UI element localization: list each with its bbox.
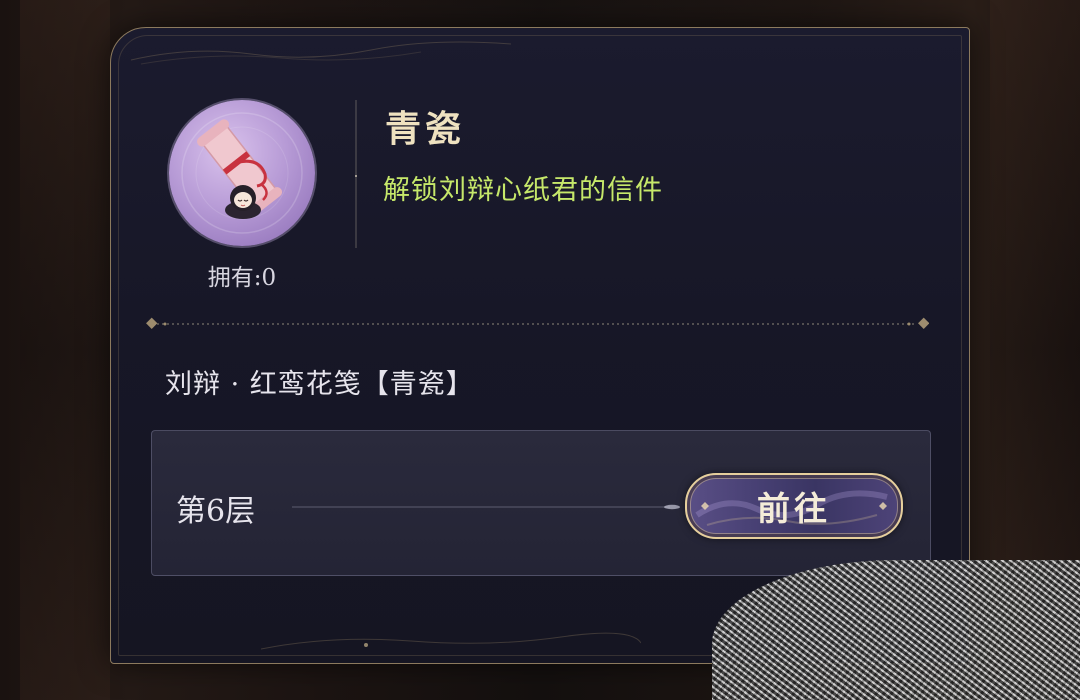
goto-button[interactable]: 前往	[685, 473, 903, 539]
vertical-divider	[355, 100, 357, 248]
source-title: 刘辩 · 红鸾花笺【青瓷】	[165, 369, 474, 400]
item-description: 解锁刘辩心纸君的信件	[383, 175, 663, 206]
source-row: 第6层 前往	[151, 430, 931, 576]
goto-button-label: 前往	[757, 489, 831, 528]
owned-count: 拥有:0	[207, 265, 277, 291]
letter-scroll-icon	[169, 100, 315, 246]
background-pillar-left	[20, 0, 110, 700]
section-divider	[146, 317, 929, 329]
floor-label: 第6层	[176, 494, 256, 529]
top-wave-ornament	[131, 41, 511, 65]
item-name: 青瓷	[385, 108, 466, 150]
bottom-wave-ornament	[261, 632, 641, 650]
row-connector-line	[292, 504, 680, 510]
